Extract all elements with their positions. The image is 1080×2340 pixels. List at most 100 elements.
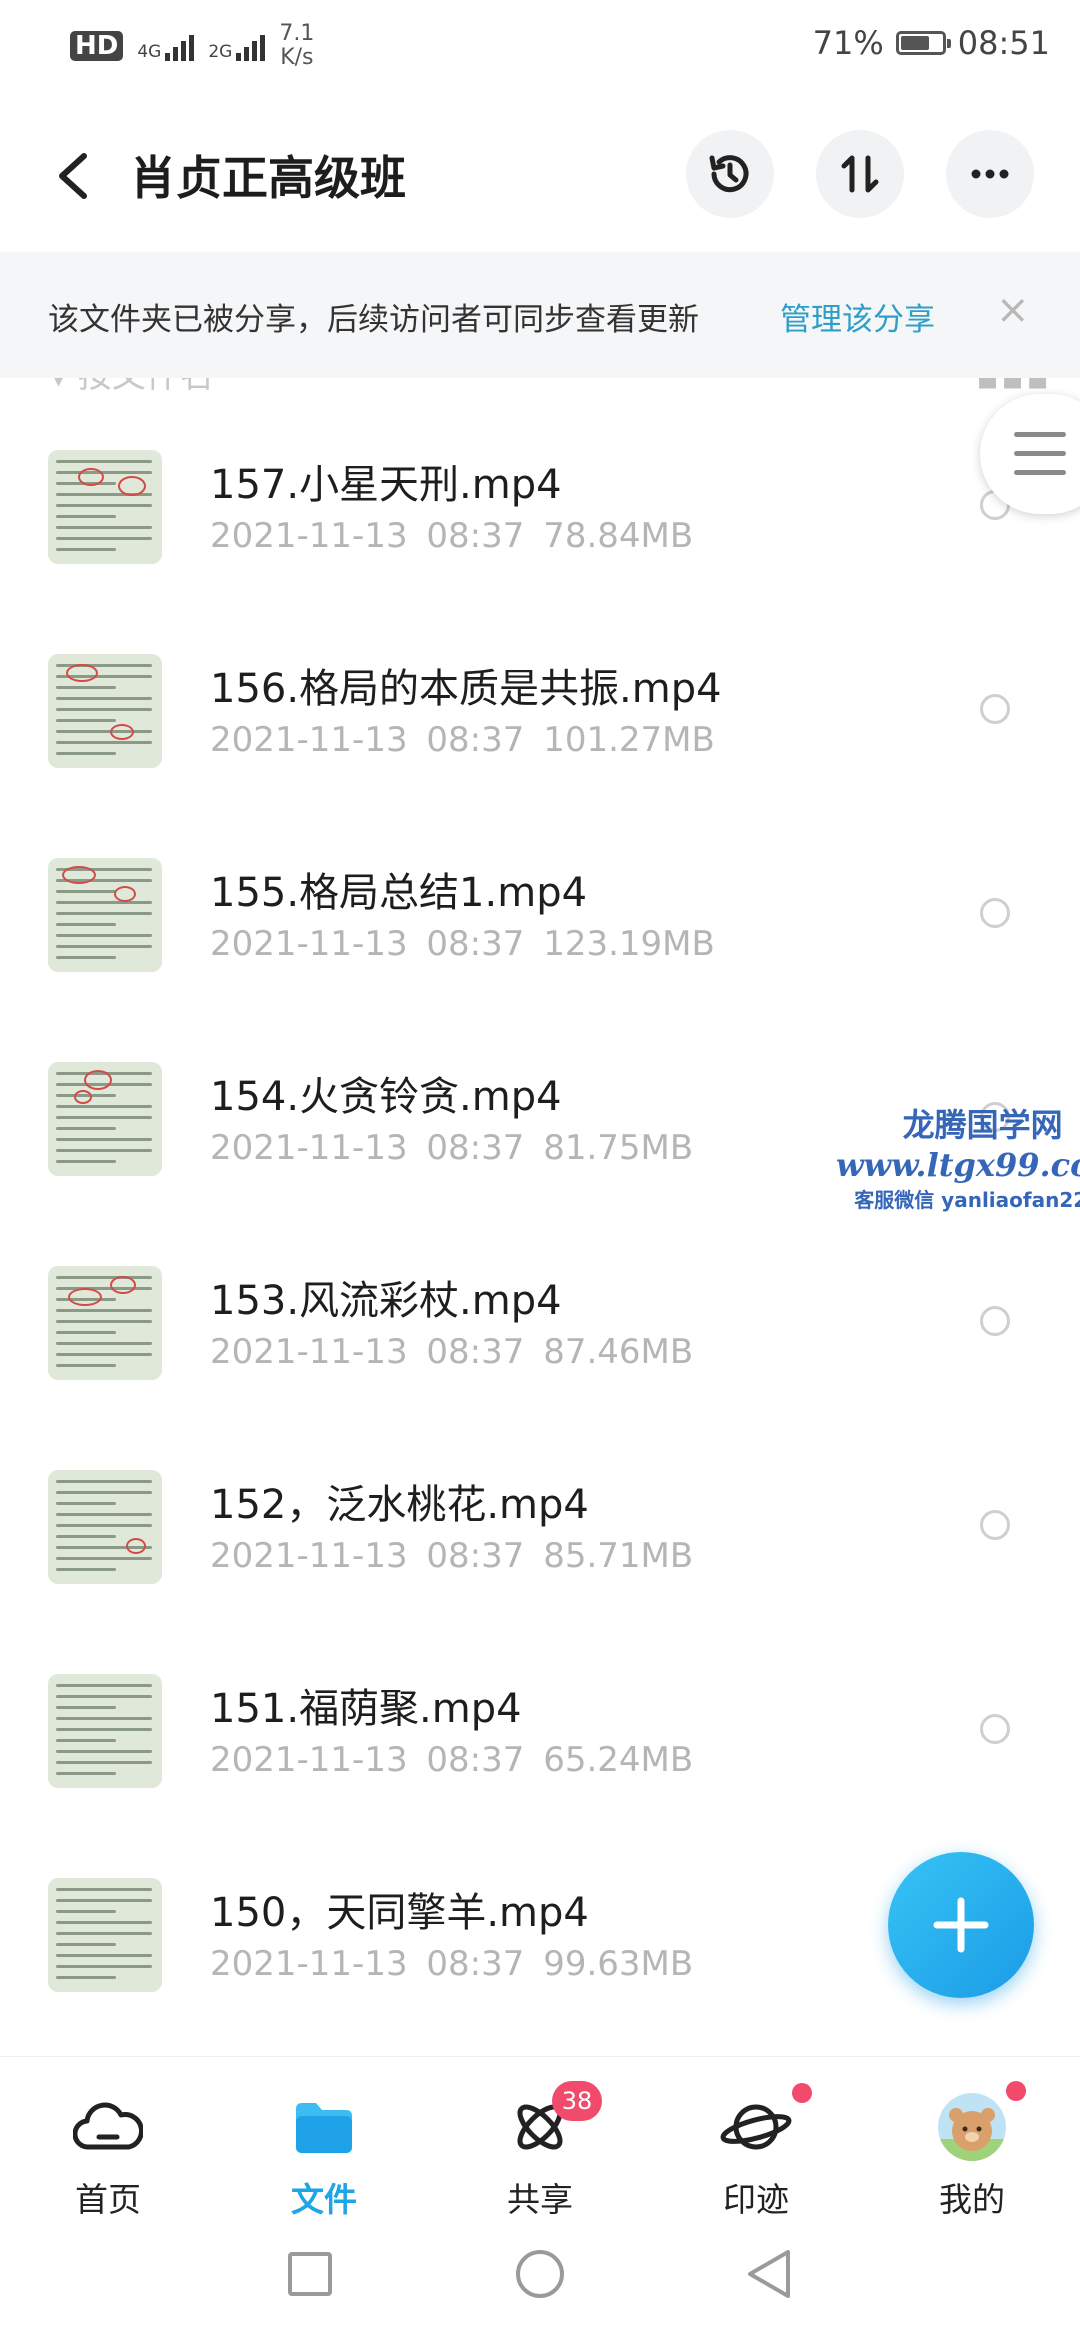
file-size: 81.75MB — [543, 1128, 694, 1168]
recent-apps-icon[interactable] — [286, 2250, 334, 2298]
nav-share[interactable]: 38 共享 — [460, 2081, 620, 2221]
file-meta: 2021-11-13 08:37 87.46MB — [210, 1332, 693, 1372]
signal-bars-icon — [165, 31, 195, 61]
folder-icon — [244, 2087, 404, 2167]
file-time: 08:37 — [426, 1536, 525, 1576]
file-time: 08:37 — [426, 1740, 525, 1780]
chevron-left-icon — [59, 153, 87, 199]
watermark-line1: 龙腾国学网 — [902, 1106, 1063, 1144]
file-size: 99.63MB — [543, 1944, 694, 1984]
bottom-navigation: 首页 文件 38 共享 印迹 我的 — [0, 2056, 1080, 2219]
back-button[interactable] — [50, 148, 100, 204]
file-name: 154.火贪铃贪.mp4 — [210, 1074, 562, 1120]
file-row[interactable]: 157.小星天刑.mp4 2021-11-13 08:37 78.84MB — [0, 410, 1080, 614]
file-time: 08:37 — [426, 516, 525, 556]
watermark-line3: 客服微信 yanliaofan225 — [854, 1188, 1080, 1212]
file-date: 2021-11-13 — [210, 720, 408, 760]
status-left: HD 4G 2G 7.1 K/s — [70, 22, 314, 70]
signal-bars-icon — [236, 31, 266, 61]
video-thumbnail — [48, 1470, 162, 1584]
battery-percent: 71% — [812, 24, 884, 62]
file-row[interactable]: 153.风流彩杖.mp4 2021-11-13 08:37 87.46MB — [0, 1226, 1080, 1430]
file-time: 08:37 — [426, 1944, 525, 1984]
file-size: 78.84MB — [543, 516, 694, 556]
file-time: 08:37 — [426, 1332, 525, 1372]
signal-sim1: 4G — [137, 31, 195, 62]
avatar-icon — [892, 2081, 1052, 2167]
sim1-type: 4G — [137, 42, 162, 62]
more-dots-icon — [971, 169, 1009, 179]
file-size: 123.19MB — [543, 924, 715, 964]
file-time: 08:37 — [426, 720, 525, 760]
video-thumbnail — [48, 858, 162, 972]
nav-traces[interactable]: 印迹 — [676, 2083, 836, 2221]
speed-value: 7.1 — [279, 21, 315, 46]
file-name: 156.格局的本质是共振.mp4 — [210, 666, 722, 712]
system-navigation-bar — [0, 2210, 1080, 2340]
file-date: 2021-11-13 — [210, 516, 408, 556]
file-row[interactable]: 152，泛水桃花.mp4 2021-11-13 08:37 85.71MB — [0, 1430, 1080, 1634]
file-date: 2021-11-13 — [210, 1128, 408, 1168]
network-speed: 7.1 K/s — [279, 22, 314, 70]
file-name: 150，天同擎羊.mp4 — [210, 1890, 589, 1936]
planet-icon — [676, 2083, 836, 2167]
file-row[interactable]: 151.福荫聚.mp4 2021-11-13 08:37 65.24MB — [0, 1634, 1080, 1838]
file-date: 2021-11-13 — [210, 1740, 408, 1780]
banner-text: 该文件夹已被分享，后续访问者可同步查看更新 — [48, 302, 699, 338]
history-button[interactable] — [686, 130, 774, 218]
file-meta: 2021-11-13 08:37 99.63MB — [210, 1944, 693, 1984]
traces-dot — [792, 2083, 812, 2103]
select-radio[interactable] — [980, 1510, 1010, 1540]
video-thumbnail — [48, 1674, 162, 1788]
me-dot — [1006, 2081, 1026, 2101]
clock: 08:51 — [957, 24, 1050, 62]
file-name: 153.风流彩杖.mp4 — [210, 1278, 562, 1324]
file-date: 2021-11-13 — [210, 1332, 408, 1372]
nav-me[interactable]: 我的 — [892, 2081, 1052, 2221]
file-meta: 2021-11-13 08:37 123.19MB — [210, 924, 715, 964]
file-size: 65.24MB — [543, 1740, 694, 1780]
hd-indicator: HD — [70, 31, 124, 61]
signal-sim2: 2G — [208, 31, 266, 61]
file-name: 155.格局总结1.mp4 — [210, 870, 588, 916]
file-row[interactable]: 155.格局总结1.mp4 2021-11-13 08:37 123.19MB — [0, 818, 1080, 1022]
video-thumbnail — [48, 450, 162, 564]
file-size: 85.71MB — [543, 1536, 694, 1576]
file-date: 2021-11-13 — [210, 924, 408, 964]
page-title: 肖贞正高级班 — [130, 151, 406, 205]
speed-unit: K/s — [280, 45, 314, 70]
history-icon — [709, 155, 749, 193]
video-thumbnail — [48, 1878, 162, 1992]
select-radio[interactable] — [980, 1714, 1010, 1744]
more-button[interactable] — [946, 130, 1034, 218]
battery-icon — [895, 31, 951, 55]
status-bar: HD 4G 2G 7.1 K/s 71% 08:51 — [0, 0, 1080, 100]
back-triangle-icon[interactable] — [744, 2248, 796, 2300]
select-radio[interactable] — [980, 898, 1010, 928]
video-thumbnail — [48, 654, 162, 768]
nav-home[interactable]: 首页 — [28, 2087, 188, 2221]
file-meta: 2021-11-13 08:37 101.27MB — [210, 720, 715, 760]
file-name: 157.小星天刑.mp4 — [210, 462, 562, 508]
add-button[interactable] — [888, 1852, 1034, 1998]
home-circle-icon[interactable] — [514, 2248, 566, 2300]
shared-folder-banner: 该文件夹已被分享，后续访问者可同步查看更新 管理该分享 × — [0, 252, 1080, 378]
file-size: 101.27MB — [543, 720, 715, 760]
cloud-icon — [28, 2087, 188, 2167]
select-radio[interactable] — [980, 694, 1010, 724]
select-radio[interactable] — [980, 1306, 1010, 1336]
share-badge: 38 — [552, 2081, 602, 2121]
file-meta: 2021-11-13 08:37 81.75MB — [210, 1128, 693, 1168]
file-meta: 2021-11-13 08:37 85.71MB — [210, 1536, 693, 1576]
file-time: 08:37 — [426, 1128, 525, 1168]
nav-files[interactable]: 文件 — [244, 2087, 404, 2221]
sort-button[interactable] — [816, 130, 904, 218]
file-meta: 2021-11-13 08:37 78.84MB — [210, 516, 693, 556]
file-time: 08:37 — [426, 924, 525, 964]
watermark-line2: www.ltgx99.com — [836, 1146, 1080, 1184]
banner-close-icon[interactable]: × — [996, 290, 1030, 330]
video-thumbnail — [48, 1266, 162, 1380]
top-app-bar: 肖贞正高级班 — [0, 110, 1080, 240]
file-row[interactable]: 156.格局的本质是共振.mp4 2021-11-13 08:37 101.27M… — [0, 614, 1080, 818]
manage-share-link[interactable]: 管理该分享 — [780, 294, 935, 339]
